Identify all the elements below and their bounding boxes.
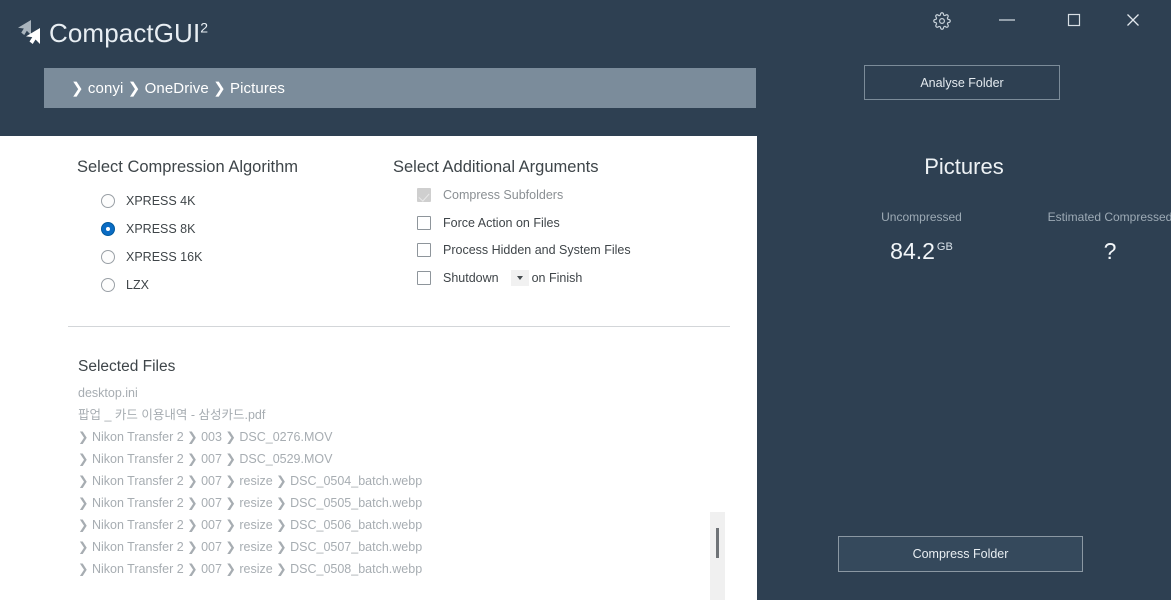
files-scrollbar-thumb[interactable] — [716, 528, 719, 558]
checkbox-label: Force Action on Files — [443, 216, 560, 230]
radio-indicator — [101, 278, 115, 292]
estimated-compressed-value: ? — [1103, 238, 1117, 264]
checkbox-shutdown-on-finish[interactable]: Shutdown on Finish — [417, 269, 582, 287]
app-title-superscript: 2 — [200, 19, 209, 36]
selected-files-list[interactable]: desktop.ini 팝업 _ 카드 이용내역 - 삼성카드.pdf ❯ Ni… — [78, 382, 698, 580]
files-scrollbar[interactable] — [710, 512, 725, 600]
list-item[interactable]: ❯ Nikon Transfer 2 ❯ 007 ❯ resize ❯ DSC_… — [78, 470, 698, 492]
radio-label: XPRESS 4K — [126, 194, 196, 208]
list-item[interactable]: ❯ Nikon Transfer 2 ❯ 007 ❯ resize ❯ DSC_… — [78, 536, 698, 558]
radio-xpress-8k[interactable]: XPRESS 8K — [101, 220, 195, 238]
list-item[interactable]: desktop.ini — [78, 382, 698, 404]
close-icon[interactable] — [1110, 3, 1156, 37]
app-title: CompactGUI2 — [49, 18, 208, 49]
list-item[interactable]: 팝업 _ 카드 이용내역 - 삼성카드.pdf — [78, 404, 698, 426]
radio-indicator — [101, 222, 115, 236]
estimated-compressed-stat: Estimated Compressed ? — [995, 210, 1171, 265]
checkbox-force-action-on-files[interactable]: Force Action on Files — [417, 214, 560, 232]
checkbox-compress-subfolders[interactable]: Compress Subfolders — [417, 186, 563, 204]
gear-icon[interactable] — [919, 4, 965, 38]
shutdown-label: Shutdown — [443, 271, 499, 285]
checkbox-indicator — [417, 271, 431, 285]
folder-name-heading: Pictures — [924, 154, 1004, 179]
list-item[interactable]: ❯ Nikon Transfer 2 ❯ 007 ❯ resize ❯ DSC_… — [78, 558, 698, 580]
shutdown-suffix-label: on Finish — [531, 271, 583, 285]
radio-label: XPRESS 8K — [126, 222, 196, 236]
uncompressed-value: 84.2 — [890, 238, 935, 264]
main-content-panel: Select Compression Algorithm XPRESS 4K X… — [0, 136, 757, 600]
compress-folder-button[interactable]: Compress Folder — [838, 536, 1083, 572]
minimize-icon[interactable] — [984, 3, 1030, 37]
radio-lzx[interactable]: LZX — [101, 276, 149, 294]
checkbox-indicator — [417, 243, 431, 257]
title-bar: CompactGUI2 — [0, 0, 1171, 58]
cursor-arrows-icon — [16, 20, 46, 46]
checkbox-label: Compress Subfolders — [443, 188, 564, 202]
maximize-icon[interactable] — [1051, 3, 1097, 37]
list-item[interactable]: ❯ Nikon Transfer 2 ❯ 007 ❯ resize ❯ DSC_… — [78, 492, 698, 514]
breadcrumb[interactable]: ❯ conyi ❯ OneDrive ❯ Pictures — [44, 68, 756, 108]
selected-files-title: Selected Files — [78, 358, 176, 375]
algorithm-section-title: Select Compression Algorithm — [77, 158, 299, 176]
checkbox-indicator — [417, 216, 431, 230]
uncompressed-unit: GB — [936, 241, 953, 254]
chevron-down-icon — [516, 276, 523, 280]
section-divider — [68, 326, 730, 327]
breadcrumb-path: ❯ conyi ❯ OneDrive ❯ Pictures — [71, 80, 285, 97]
app-title-text: CompactGUI — [49, 18, 201, 48]
radio-label: LZX — [126, 278, 149, 292]
arguments-section-title: Select Additional Arguments — [393, 158, 599, 176]
list-item[interactable]: ❯ Nikon Transfer 2 ❯ 003 ❯ DSC_0276.MOV — [78, 426, 698, 448]
checkbox-indicator — [417, 188, 431, 202]
list-item[interactable]: ❯ Nikon Transfer 2 ❯ 007 ❯ DSC_0529.MOV — [78, 448, 698, 470]
radio-indicator — [101, 250, 115, 264]
checkbox-process-hidden-system-files[interactable]: Process Hidden and System Files — [417, 241, 631, 259]
radio-label: XPRESS 16K — [126, 250, 203, 264]
estimated-compressed-caption: Estimated Compressed — [1047, 210, 1171, 224]
compactgui-window: CompactGUI2 ❯ conyi ❯ OneDrive ❯ Picture… — [0, 0, 1171, 600]
radio-xpress-16k[interactable]: XPRESS 16K — [101, 248, 202, 266]
list-item[interactable]: ❯ Nikon Transfer 2 ❯ 007 ❯ resize ❯ DSC_… — [78, 514, 698, 536]
analyse-folder-button[interactable]: Analyse Folder — [864, 65, 1060, 100]
checkbox-label: Process Hidden and System Files — [443, 243, 631, 257]
radio-xpress-4k[interactable]: XPRESS 4K — [101, 192, 195, 210]
shutdown-action-dropdown[interactable] — [510, 270, 529, 286]
folder-summary-panel: Pictures Uncompressed 84.2 GB Estimated C… — [757, 136, 1171, 600]
radio-indicator — [101, 194, 115, 208]
